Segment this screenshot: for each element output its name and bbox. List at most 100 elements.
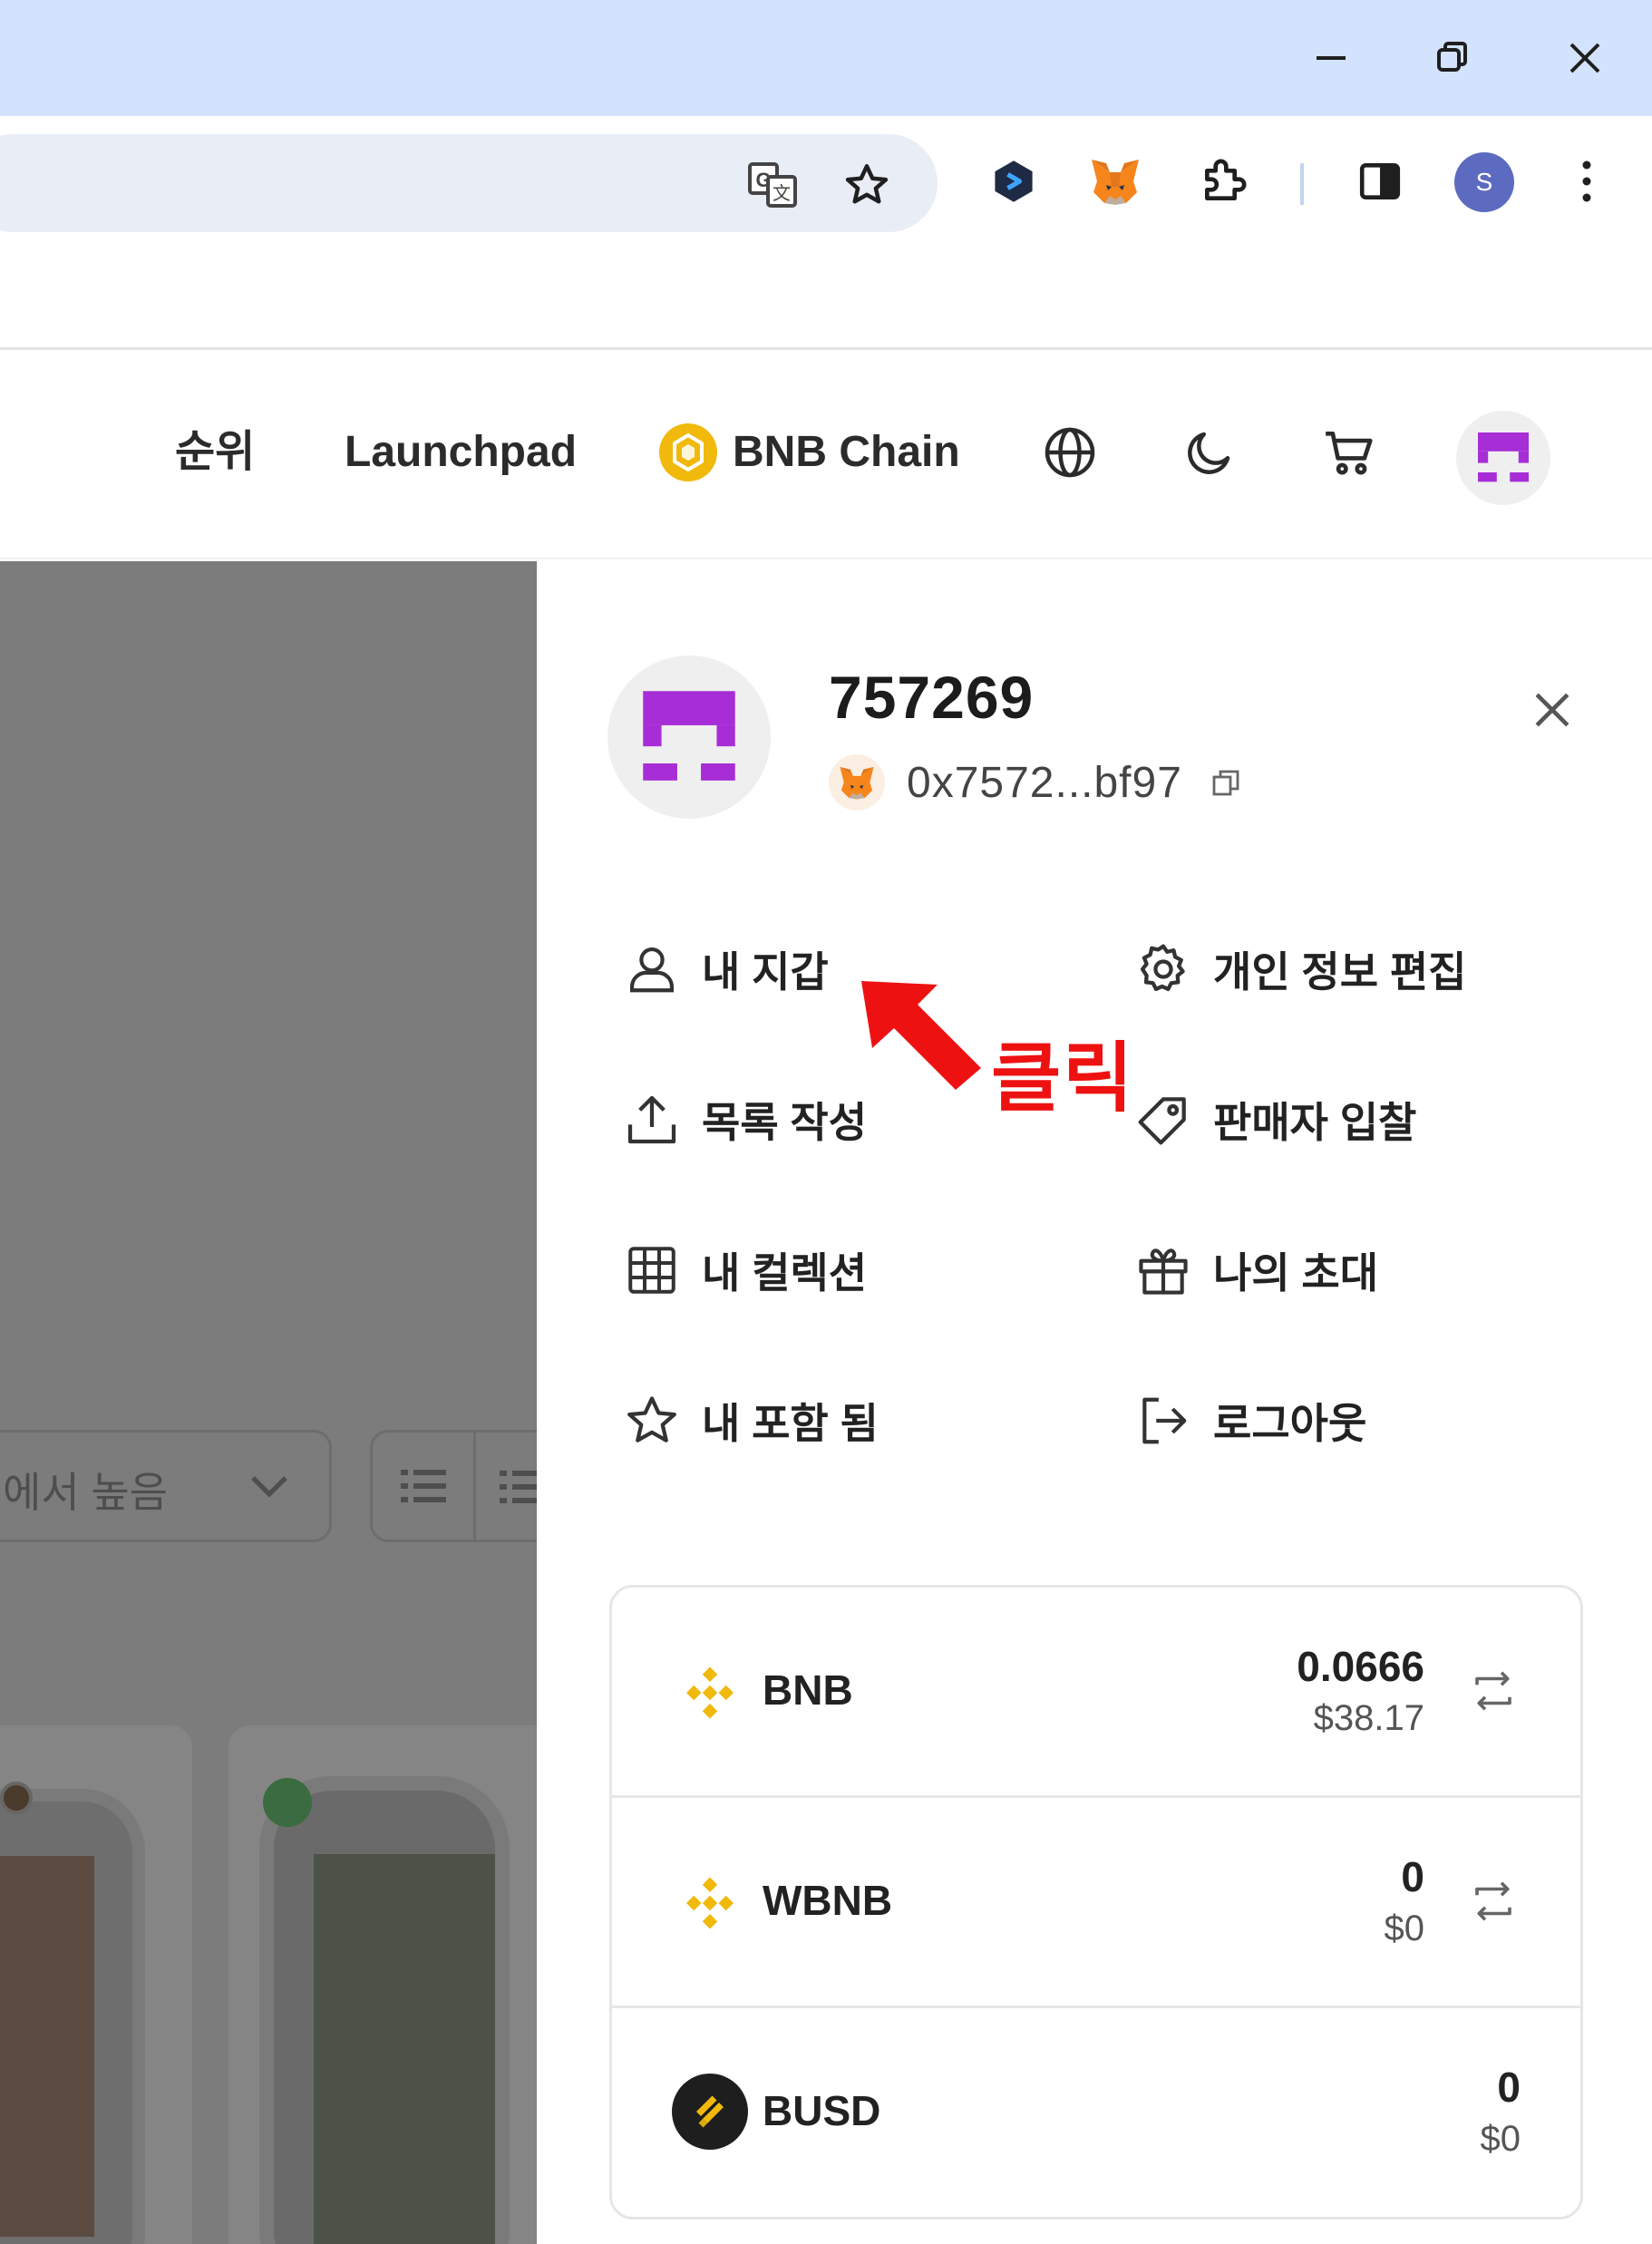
- close-window-button[interactable]: [1552, 25, 1618, 91]
- sort-dropdown-label: 에서 높음: [3, 1469, 169, 1516]
- nft-badge-icon: [0, 1782, 33, 1814]
- close-icon: [1535, 693, 1569, 727]
- menu-label: 내 포함 됨: [702, 1400, 879, 1447]
- close-drawer-button[interactable]: [1520, 677, 1585, 743]
- menu-kebab-icon[interactable]: [1558, 152, 1616, 210]
- token-row: BNB 0.0666 $38.17: [612, 1588, 1580, 1798]
- token-row: WBNB 0 $0: [612, 1798, 1580, 2008]
- menu-label: 내 컬렉션: [702, 1249, 868, 1297]
- wallet-address-row: 0x7572...bf97: [829, 753, 1240, 811]
- token-amount: 0: [1497, 2064, 1521, 2111]
- view-toggle-group: [370, 1430, 537, 1542]
- token-amount: 0: [1401, 1853, 1424, 1900]
- nft-card[interactable]: [228, 1725, 537, 2244]
- token-symbol: WBNB: [763, 1877, 893, 1924]
- bnb-chain-icon: [659, 423, 717, 481]
- menu-my-favorites[interactable]: 내 포함 됨: [620, 1384, 879, 1457]
- menu-label: 내 지갑: [702, 948, 829, 996]
- menu-label: 개인 정보 편집: [1213, 948, 1467, 996]
- compact-list-view-button[interactable]: [500, 1467, 537, 1511]
- menu-my-invite[interactable]: 나의 초대: [1132, 1234, 1378, 1307]
- token-balance-list: BNB 0.0666 $38.17 WBNB 0 $0 BUSD 0 $0: [609, 1585, 1583, 2220]
- upload-icon: [620, 1088, 684, 1151]
- swap-icon[interactable]: [1466, 1874, 1521, 1928]
- nft-frame: [0, 1789, 145, 2244]
- globe-icon[interactable]: [1035, 418, 1104, 487]
- username: 757269: [829, 664, 1035, 731]
- star-icon: [620, 1389, 684, 1452]
- nft-artwork: [0, 1856, 94, 2237]
- gear-icon: [1132, 937, 1195, 1001]
- nft-badge-icon: [263, 1778, 312, 1827]
- menu-my-wallet[interactable]: 내 지갑: [620, 933, 829, 1005]
- token-symbol: BNB: [763, 1666, 853, 1714]
- nav-chain-label: BNB Chain: [733, 428, 960, 476]
- user-avatar-icon: [643, 691, 735, 781]
- nft-card[interactable]: [0, 1725, 192, 2244]
- chevron-down-icon: [251, 1476, 287, 1498]
- nav-chain-selector[interactable]: BNB Chain: [658, 416, 960, 489]
- translate-icon[interactable]: G 文: [743, 156, 802, 214]
- user-icon: [620, 937, 684, 1001]
- menu-edit-profile[interactable]: 개인 정보 편집: [1132, 933, 1466, 1005]
- menu-label: 목록 작성: [702, 1099, 868, 1146]
- close-icon: [1569, 43, 1600, 73]
- wallet-address: 0x7572...bf97: [907, 758, 1182, 807]
- site-header: 순위 Launchpad BNB Chain: [0, 353, 1652, 559]
- menu-my-collection[interactable]: 내 컬렉션: [620, 1234, 867, 1307]
- nav-launchpad[interactable]: Launchpad: [345, 416, 577, 489]
- list-icon: [400, 1470, 446, 1502]
- user-avatar-button[interactable]: [1456, 411, 1550, 505]
- swap-icon[interactable]: [1466, 1664, 1521, 1718]
- minimize-button[interactable]: [1298, 25, 1364, 91]
- menu-logout[interactable]: 로그아웃: [1132, 1384, 1366, 1457]
- minimize-icon: [1317, 56, 1346, 60]
- restore-button[interactable]: [1420, 25, 1485, 91]
- menu-create-listing[interactable]: 목록 작성: [620, 1083, 867, 1156]
- bookmarks-bar: [0, 250, 1652, 350]
- extension-hexagon-icon[interactable]: [985, 152, 1043, 210]
- nft-artwork: [314, 1854, 495, 2244]
- grid-icon: [620, 1239, 684, 1302]
- token-amount: 0.0666: [1297, 1643, 1424, 1690]
- profile-avatar-large: [607, 656, 771, 819]
- profile-initial: S: [1475, 168, 1493, 196]
- logout-icon: [1132, 1389, 1195, 1452]
- user-avatar-icon: [1478, 432, 1529, 482]
- menu-seller-bid[interactable]: 판매자 입찰: [1132, 1083, 1416, 1156]
- profile-avatar[interactable]: S: [1454, 152, 1514, 212]
- bookmark-star-icon[interactable]: [838, 156, 896, 214]
- address-bar[interactable]: G 文: [0, 134, 938, 232]
- svg-text:文: 文: [773, 182, 791, 204]
- metamask-icon[interactable]: [1086, 152, 1144, 210]
- gift-icon: [1132, 1239, 1195, 1302]
- browser-toolbar: G 文 S: [0, 116, 1652, 250]
- token-row: BUSD 0 $0: [612, 2008, 1580, 2217]
- compact-list-icon: [500, 1471, 537, 1503]
- token-usd-value: $38.17: [1313, 1698, 1424, 1738]
- menu-label: 로그아웃: [1213, 1400, 1367, 1447]
- nav-ranking[interactable]: 순위: [175, 416, 255, 489]
- annotation-label: 클릭: [991, 1035, 1135, 1121]
- bnb-icon: [672, 1655, 748, 1731]
- metamask-icon: [829, 754, 885, 811]
- annotation-arrow-icon: [861, 981, 981, 1090]
- copy-icon[interactable]: [1211, 768, 1240, 797]
- token-usd-value: $0: [1480, 2119, 1521, 2159]
- busd-icon: [672, 2074, 748, 2150]
- browser-titlebar: [0, 0, 1652, 116]
- page-overlay[interactable]: 에서 높음: [0, 561, 537, 2244]
- menu-label: 판매자 입찰: [1213, 1099, 1417, 1146]
- restore-icon: [1437, 42, 1467, 72]
- list-view-button[interactable]: [373, 1433, 476, 1540]
- sort-dropdown[interactable]: 에서 높음: [0, 1430, 332, 1542]
- moon-icon[interactable]: [1175, 418, 1244, 487]
- cart-icon[interactable]: [1315, 418, 1384, 487]
- wbnb-icon: [672, 1865, 748, 1941]
- nft-frame: [259, 1776, 510, 2244]
- menu-label: 나의 초대: [1213, 1249, 1379, 1297]
- extensions-puzzle-icon[interactable]: [1195, 152, 1253, 210]
- side-panel-icon[interactable]: [1351, 152, 1409, 210]
- token-symbol: BUSD: [763, 2087, 881, 2134]
- tag-icon: [1132, 1088, 1195, 1151]
